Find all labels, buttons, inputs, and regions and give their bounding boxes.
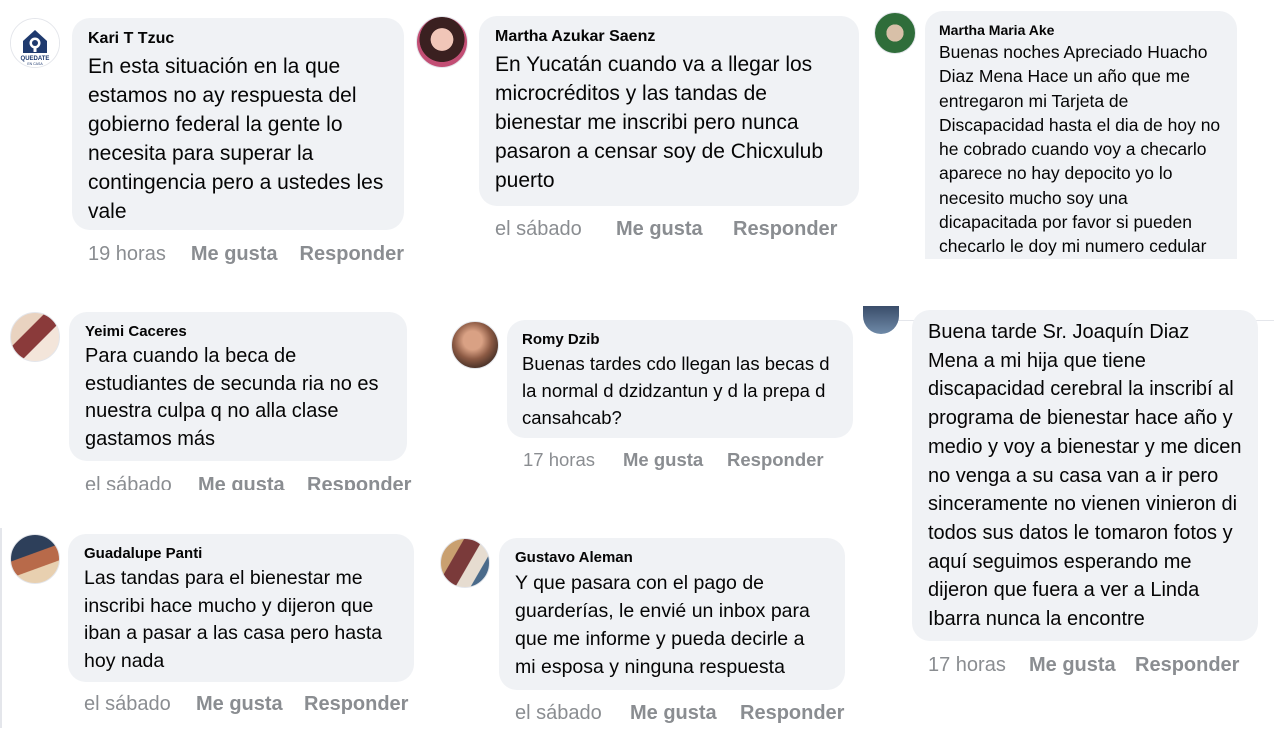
comment-actions: el sábado Me gusta Responder	[85, 474, 411, 490]
comment-timestamp[interactable]: el sábado	[515, 702, 630, 725]
reply-button[interactable]: Responder	[304, 693, 408, 716]
comment-bubble: Yeimi Caceres Para cuando la beca de est…	[69, 312, 407, 461]
reply-button[interactable]: Responder	[740, 702, 844, 725]
comment-author[interactable]: Martha Azukar Saenz	[495, 26, 843, 47]
avatar[interactable]	[874, 12, 916, 54]
avatar[interactable]	[440, 538, 490, 588]
like-button[interactable]: Me gusta	[1029, 654, 1135, 677]
comment-bubble: Gustavo Aleman Y que pasara con el pago …	[499, 538, 845, 690]
reply-button[interactable]: Responder	[300, 243, 404, 266]
comment-timestamp[interactable]: el sábado	[84, 693, 196, 716]
comment-text: Para cuando la beca de estudiantes de se…	[85, 345, 379, 451]
comment-author[interactable]: Gustavo Aleman	[515, 548, 829, 567]
comment-author[interactable]: Kari T Tzuc	[88, 28, 388, 49]
comment-actions: el sábado Me gusta Responder	[84, 693, 408, 716]
comment-actions: 17 horas Me gusta Responder	[928, 654, 1239, 677]
comment-timestamp[interactable]: el sábado	[495, 218, 616, 241]
quedate-en-casa-logo: QUEDATE EN CASA	[11, 19, 59, 67]
comment-author[interactable]: Guadalupe Panti	[84, 544, 398, 563]
reply-button[interactable]: Responder	[733, 218, 837, 241]
comment-clip: Martha Maria Ake Buenas noches Apreciado…	[925, 11, 1237, 259]
comment-text: Y que pasara con el pago de guarderías, …	[515, 572, 810, 678]
comment-author[interactable]: Martha Maria Ake	[939, 21, 1223, 39]
comment-bubble: Martha Maria Ake Buenas noches Apreciado…	[925, 11, 1237, 259]
like-button[interactable]: Me gusta	[623, 449, 727, 471]
avatar[interactable]	[451, 321, 499, 369]
like-button[interactable]: Me gusta	[191, 243, 300, 266]
logo-subtext: EN CASA	[27, 62, 43, 66]
comment-timestamp[interactable]: el sábado	[85, 474, 198, 490]
comment-bubble: Romy Dzib Buenas tardes cdo llegan las b…	[507, 320, 853, 438]
like-button[interactable]: Me gusta	[630, 702, 740, 725]
comment-actions: el sábado Me gusta Responder	[495, 218, 837, 241]
comment-bubble: Martha Azukar Saenz En Yucatán cuando va…	[479, 16, 859, 206]
comment-actions: 17 horas Me gusta Responder	[523, 449, 824, 471]
comment-bubble: Guadalupe Panti Las tandas para el biene…	[68, 534, 414, 682]
comment-timestamp[interactable]: 17 horas	[928, 654, 1029, 677]
comment-timestamp[interactable]: 17 horas	[523, 449, 623, 471]
comment-author[interactable]: Yeimi Caceres	[85, 322, 391, 341]
comment-author[interactable]: Romy Dzib	[522, 330, 838, 349]
avatar[interactable]: QUEDATE EN CASA	[10, 18, 60, 68]
avatar[interactable]	[416, 16, 468, 68]
comment-actions-clip: el sábado Me gusta Responder	[85, 470, 415, 490]
avatar[interactable]	[10, 312, 60, 362]
comment-timestamp[interactable]: 19 horas	[88, 243, 191, 266]
comment-bubble: Buena tarde Sr. Joaquín Diaz Mena a mi h…	[912, 310, 1258, 641]
avatar[interactable]	[10, 534, 60, 584]
avatar[interactable]	[863, 306, 899, 334]
comment-text: En Yucatán cuando va a llegar los microc…	[495, 53, 824, 192]
like-button[interactable]: Me gusta	[616, 218, 733, 241]
comment-text: Buenas noches Apreciado Huacho Diaz Mena…	[939, 42, 1221, 257]
collage-divider	[0, 528, 2, 728]
comment-text: Buena tarde Sr. Joaquín Diaz Mena a mi h…	[928, 321, 1242, 631]
reply-button[interactable]: Responder	[727, 449, 824, 471]
comment-actions: el sábado Me gusta Responder	[515, 702, 844, 725]
comment-text: Buenas tardes cdo llegan las becas d la …	[522, 353, 830, 428]
comment-text: En esta situación en la que estamos no a…	[88, 55, 384, 223]
like-button[interactable]: Me gusta	[198, 474, 307, 490]
comment-text: Las tandas para el bienestar me inscribi…	[84, 567, 383, 672]
reply-button[interactable]: Responder	[1135, 654, 1239, 677]
reply-button[interactable]: Responder	[307, 474, 411, 490]
like-button[interactable]: Me gusta	[196, 693, 304, 716]
comment-bubble: Kari T Tzuc En esta situación en la que …	[72, 18, 404, 230]
comment-actions: 19 horas Me gusta Responder	[88, 243, 404, 266]
